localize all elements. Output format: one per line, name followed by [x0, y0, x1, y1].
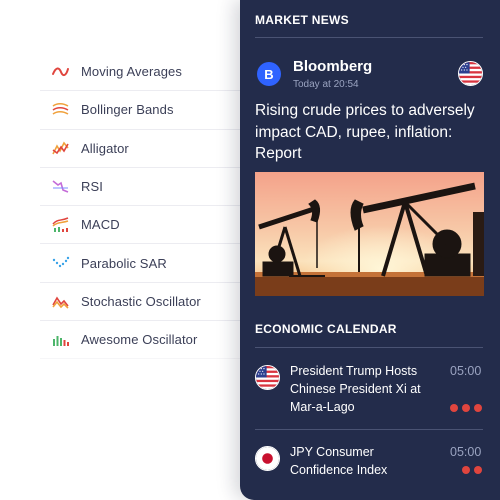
indicator-macd[interactable]: MACD	[40, 206, 245, 245]
indicator-alligator[interactable]: Alligator	[40, 130, 245, 168]
impact-dot	[474, 404, 482, 412]
parabolic-sar-icon	[51, 254, 70, 273]
awesome-oscillator-icon	[51, 330, 70, 349]
news-headline[interactable]: Rising crude prices to adversely impact …	[255, 100, 490, 165]
alligator-icon	[51, 139, 70, 158]
japan-flag-icon	[255, 446, 280, 471]
indicator-rsi[interactable]: RSI	[40, 168, 245, 207]
calendar-event-time: 05:00	[450, 364, 482, 378]
indicator-label: Parabolic SAR	[81, 255, 167, 271]
calendar-event-title[interactable]: President Trump Hosts Chinese President …	[290, 362, 440, 416]
indicator-awesome-oscillator[interactable]: Awesome Oscillator	[40, 321, 245, 360]
bloomberg-logo-icon: B	[257, 62, 281, 86]
impact-dot	[450, 404, 458, 412]
bollinger-bands-icon	[51, 100, 70, 119]
news-timestamp: Today at 20:54	[293, 79, 359, 90]
calendar-event-title[interactable]: JPY Consumer Confidence Index	[290, 443, 440, 479]
indicator-label: Alligator	[81, 140, 129, 156]
impact-dot	[462, 466, 470, 474]
economic-calendar-title: ECONOMIC CALENDAR	[255, 322, 397, 336]
indicator-label: Awesome Oscillator	[81, 332, 198, 348]
oil-pumpjacks-image[interactable]	[255, 172, 484, 296]
calendar-event-time: 05:00	[450, 445, 482, 459]
us-flag-icon	[255, 365, 280, 390]
indicator-parabolic-sar[interactable]: Parabolic SAR	[40, 244, 245, 283]
indicators-list: Moving Averages Bollinger Bands Alligato…	[40, 53, 245, 360]
impact-indicator	[450, 404, 482, 412]
us-flag-icon	[458, 61, 483, 86]
impact-indicator	[462, 466, 482, 474]
impact-dot	[474, 466, 482, 474]
indicator-label: MACD	[81, 217, 120, 233]
indicator-bollinger-bands[interactable]: Bollinger Bands	[40, 91, 245, 130]
indicator-stochastic-oscillator[interactable]: Stochastic Oscillator	[40, 283, 245, 322]
market-panel: MARKET NEWS B Bloomberg Today at 20:54 R…	[240, 0, 500, 500]
indicator-label: Bollinger Bands	[81, 102, 174, 118]
market-news-title: MARKET NEWS	[255, 13, 349, 27]
indicator-label: Moving Averages	[81, 64, 182, 80]
impact-dot	[462, 404, 470, 412]
divider	[255, 347, 483, 348]
stochastic-oscillator-icon	[51, 292, 70, 311]
indicator-label: RSI	[81, 179, 103, 195]
moving-averages-icon	[51, 62, 70, 81]
rsi-icon	[51, 177, 70, 196]
news-source-name[interactable]: Bloomberg	[293, 58, 372, 75]
macd-icon	[51, 215, 70, 234]
divider	[255, 37, 483, 38]
divider	[255, 429, 483, 430]
indicator-moving-averages[interactable]: Moving Averages	[40, 53, 245, 92]
indicator-label: Stochastic Oscillator	[81, 293, 201, 309]
